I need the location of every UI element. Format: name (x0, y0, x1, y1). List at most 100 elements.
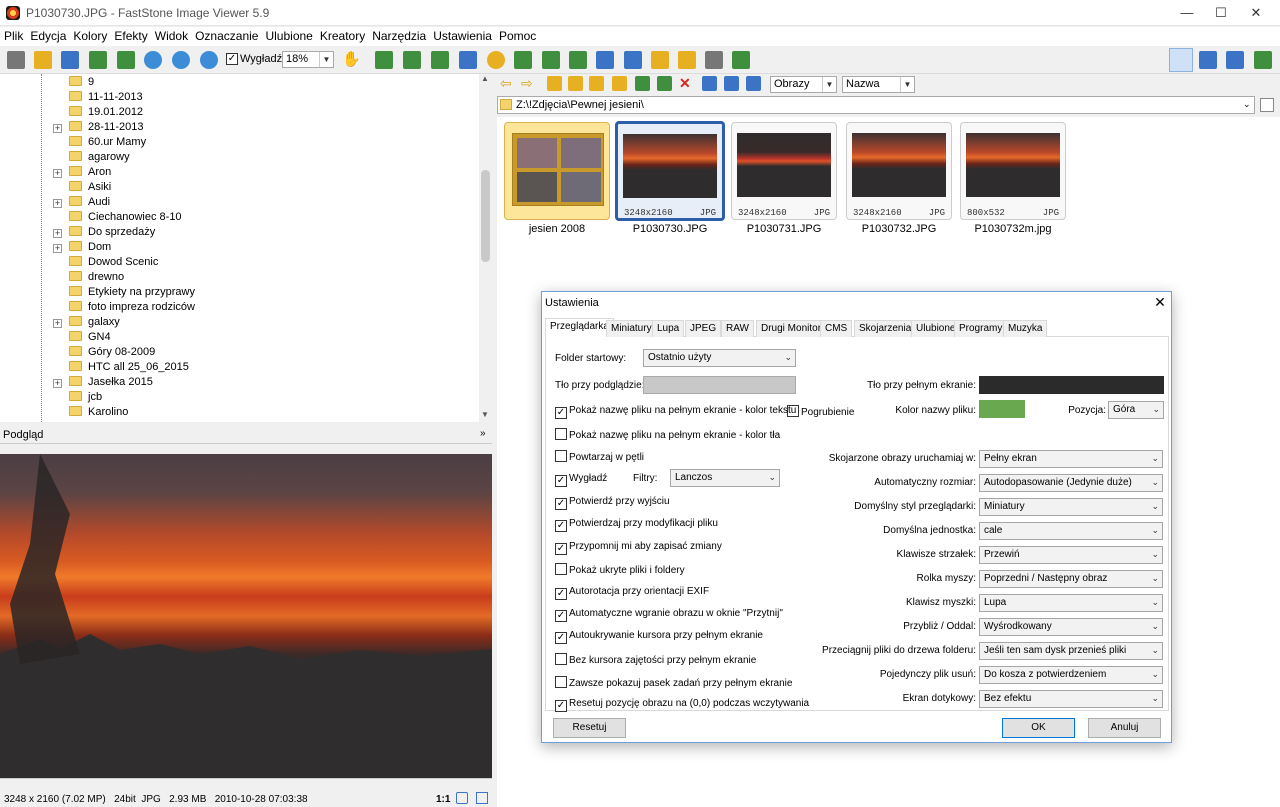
thumbnail[interactable]: 3248x2160 JPG (846, 122, 952, 220)
copy-to-icon[interactable] (612, 76, 627, 91)
tree-item[interactable]: Ciechanowiec 8-10 (56, 211, 182, 226)
hand-tool-icon[interactable]: ✋ (342, 51, 361, 69)
scroll-up-icon[interactable]: ▲ (481, 74, 489, 83)
layout-details-icon[interactable] (1226, 51, 1244, 69)
tab-music[interactable]: Muzyka (1003, 320, 1048, 337)
menu-tools[interactable]: Narzędzia (368, 27, 429, 43)
save-icon[interactable] (61, 51, 79, 69)
forward-icon[interactable]: ⇨ (521, 76, 536, 91)
tab-viewer[interactable]: Przeglądarka (545, 318, 614, 338)
email-icon[interactable] (678, 51, 696, 69)
tree-item[interactable]: 9 (56, 76, 94, 91)
actual-size-icon[interactable] (200, 51, 218, 69)
tree-scrollbar[interactable]: ▲ ▼ (479, 74, 492, 422)
layout-preview-icon[interactable] (1199, 51, 1217, 69)
tree-item[interactable]: + Dom (53, 241, 111, 256)
smooth-checkbox[interactable]: ✓ (226, 53, 238, 65)
option-checkbox[interactable]: ✓ Wygładź (555, 473, 607, 487)
close-window-button[interactable]: ✕ (1233, 0, 1279, 26)
tree-item[interactable]: Karolino (56, 406, 128, 421)
monitor-icon[interactable] (624, 51, 642, 69)
expand-icon[interactable]: + (53, 199, 62, 208)
sort-select[interactable]: Nazwa ▼ (842, 76, 915, 93)
tab-associations[interactable]: Skojarzenia (854, 320, 917, 337)
camera-icon[interactable] (7, 51, 25, 69)
adjust-icon[interactable] (596, 51, 614, 69)
red-eye-icon[interactable] (514, 51, 532, 69)
option-checkbox[interactable]: ✓ Automatyczne wgranie obrazu w oknie "Pr… (555, 608, 783, 622)
tree-item[interactable]: + Jasełka 2015 (53, 376, 153, 391)
tree-item[interactable]: Góry 08-2009 (56, 346, 155, 361)
back-icon[interactable]: ⇦ (500, 76, 515, 91)
option-checkbox[interactable]: Pokaż ukryte pliki i foldery (555, 563, 685, 576)
thumbnail-folder[interactable] (504, 122, 610, 220)
tree-item[interactable]: + Do sprzedaży (53, 226, 155, 241)
close-icon[interactable]: ✕ (1152, 294, 1168, 310)
option-checkbox[interactable]: Pokaż nazwę pliku na pełnym ekranie - ko… (555, 428, 780, 441)
setting-select[interactable]: Do kosza z potwierdzeniem ⌄ (979, 666, 1163, 684)
tree-item[interactable]: agarowy (56, 151, 130, 166)
setting-select[interactable]: Pełny ekran ⌄ (979, 450, 1163, 468)
option-checkbox[interactable]: ✓ Autorotacja przy orientacji EXIF (555, 586, 709, 600)
tree-item[interactable]: Etykiety na przyprawy (56, 286, 195, 301)
start-folder-select[interactable]: Ostatnio użyty ⌄ (643, 349, 796, 367)
setting-select[interactable]: Bez efektu ⌄ (979, 690, 1163, 708)
thumbnail-selected[interactable]: 3248x2160 JPG (615, 121, 725, 221)
preview-bg-color[interactable] (643, 376, 796, 394)
option-checkbox[interactable]: ✓ Przypomnij mi aby zapisać zmiany (555, 541, 722, 555)
open-folder-icon[interactable] (34, 51, 52, 69)
bold-checkbox[interactable]: Pogrubienie (787, 405, 854, 418)
tree-item[interactable]: + Audi (53, 196, 110, 211)
tree-item[interactable]: jcb (56, 391, 102, 406)
scroll-thumb[interactable] (481, 170, 490, 262)
option-checkbox[interactable]: ✓ Potwierdzaj przy modyfikacji pliku (555, 518, 718, 532)
tree-item[interactable]: Asiki (56, 181, 111, 196)
favorites-folder-icon[interactable] (589, 76, 604, 91)
menu-edit[interactable]: Edycja (26, 27, 69, 43)
zoom-select[interactable]: 18% ▼ (282, 51, 334, 68)
brightness-icon[interactable] (487, 51, 505, 69)
tree-item[interactable]: Dowod Scenic (56, 256, 158, 271)
setting-select[interactable]: Autodopasowanie (Jedynie duże) ⌄ (979, 474, 1163, 492)
option-checkbox[interactable]: Bez kursora zajętości przy pełnym ekrani… (555, 653, 756, 666)
history-icon[interactable] (1260, 98, 1274, 112)
select-all-icon[interactable] (702, 76, 717, 91)
ok-button[interactable]: OK (1002, 718, 1075, 738)
rotate-right-icon[interactable] (569, 51, 587, 69)
menu-view[interactable]: Widok (151, 27, 191, 43)
next-image-icon[interactable] (117, 51, 135, 69)
zoom-out-icon[interactable] (172, 51, 190, 69)
resize-icon[interactable] (403, 51, 421, 69)
slideshow-icon[interactable] (375, 51, 393, 69)
batch-icon[interactable] (651, 51, 669, 69)
expand-icon[interactable]: + (53, 124, 62, 133)
tab-raw[interactable]: RAW (721, 320, 754, 337)
thumbnail[interactable]: 3248x2160 JPG (731, 122, 837, 220)
option-checkbox[interactable]: ✓ Autoukrywanie kursora przy pełnym ekran… (555, 630, 763, 644)
new-folder-icon[interactable] (568, 76, 583, 91)
chevron-down-icon[interactable]: ⌄ (1243, 99, 1251, 110)
reset-button[interactable]: Resetuj (553, 718, 626, 738)
tree-item[interactable]: +28-11-2013 (53, 121, 143, 136)
move-to-icon[interactable] (635, 76, 650, 91)
status-ratio[interactable]: 1:1 (436, 794, 450, 805)
option-checkbox[interactable]: ✓ Resetuj pozycję obrazu na (0,0) podczas… (555, 698, 809, 712)
layout-fullscreen-icon[interactable] (1254, 51, 1272, 69)
expand-icon[interactable]: + (53, 319, 62, 328)
previous-image-icon[interactable] (89, 51, 107, 69)
name-color-swatch[interactable] (979, 400, 1025, 418)
folder-up-icon[interactable] (547, 76, 562, 91)
refresh-icon[interactable] (746, 76, 761, 91)
tree-item[interactable]: + galaxy (53, 316, 120, 331)
setting-select[interactable]: Lupa ⌄ (979, 594, 1163, 612)
setting-select[interactable]: Jeśli ten sam dysk przenieś pliki ⌄ (979, 642, 1163, 660)
setting-select[interactable]: cale ⌄ (979, 522, 1163, 540)
position-select[interactable]: Góra ⌄ (1108, 401, 1164, 419)
fullscreen-bg-color[interactable] (979, 376, 1164, 394)
menu-favorites[interactable]: Ulubione (261, 27, 315, 43)
scroll-down-icon[interactable]: ▼ (481, 410, 489, 419)
path-bar[interactable]: Z:\!Zdjęcia\Pewnej jesieni\ ⌄ (497, 96, 1255, 114)
layout-thumbnails-icon[interactable] (1169, 48, 1193, 72)
thumbnail-size-icon[interactable] (724, 76, 739, 91)
tab-second-monitor[interactable]: Drugi Monitor (756, 320, 827, 337)
